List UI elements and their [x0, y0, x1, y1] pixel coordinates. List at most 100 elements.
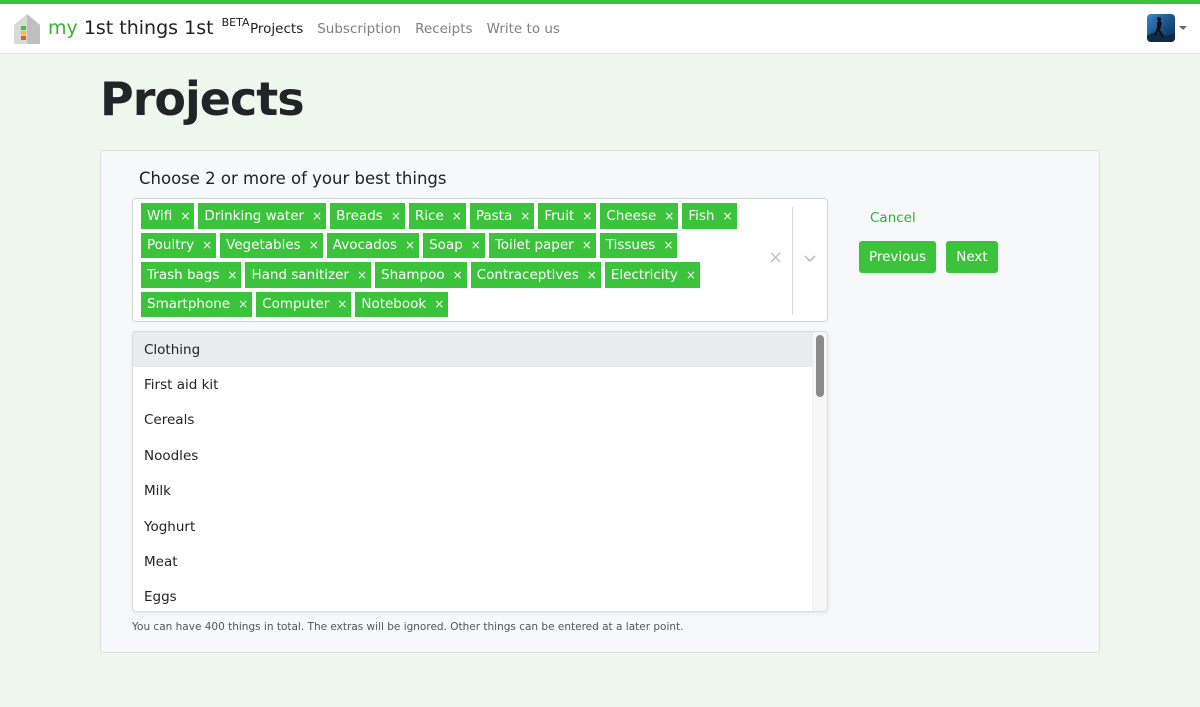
remove-tag-icon[interactable]: × — [357, 268, 367, 282]
scrollbar-thumb[interactable] — [816, 335, 824, 397]
selected-tags: Wifi × Drinking water × Breads × Rice × Pasta × Fr… — [141, 203, 761, 317]
remove-tag-icon[interactable]: × — [309, 238, 319, 252]
navbar: my 1st things 1st BETA Projects Subscript… — [0, 4, 1200, 54]
selected-tag: Electricity × — [604, 262, 700, 288]
nav-link-projects[interactable]: Projects — [250, 21, 303, 37]
remove-tag-icon[interactable]: × — [180, 209, 190, 223]
tag-label: Toilet paper — [494, 237, 574, 254]
clear-all-icon[interactable]: × — [768, 247, 783, 268]
page-title: Projects — [100, 72, 305, 126]
remove-tag-icon[interactable]: × — [452, 209, 462, 223]
selected-tag: Tissues × — [599, 232, 678, 258]
tag-label: Wifi — [147, 207, 173, 224]
selected-tag: Toilet paper × — [488, 232, 596, 258]
remove-tag-icon[interactable]: × — [337, 297, 347, 311]
beta-badge: BETA — [221, 16, 250, 29]
selected-tag: Trash bags × — [141, 262, 242, 288]
avatar[interactable] — [1147, 14, 1175, 42]
remove-tag-icon[interactable]: × — [582, 238, 592, 252]
options-dropdown[interactable]: Clothing First aid kit Cereals Noodles Milk Y… — [132, 331, 828, 612]
selected-tag: Shampoo × — [375, 262, 467, 288]
remove-tag-icon[interactable]: × — [238, 297, 248, 311]
nav-link-subscription[interactable]: Subscription — [317, 21, 401, 37]
nav-link-write-to-us[interactable]: Write to us — [487, 21, 560, 37]
option-item[interactable]: Clothing — [133, 332, 813, 368]
remove-tag-icon[interactable]: × — [686, 268, 696, 282]
tag-label: Fish — [688, 207, 715, 224]
tag-label: Vegetables — [226, 237, 301, 254]
chevron-down-icon[interactable] — [803, 251, 817, 265]
remove-tag-icon[interactable]: × — [391, 209, 401, 223]
selected-tag: Poultry × — [141, 232, 217, 258]
tag-label: Drinking water — [204, 207, 305, 224]
option-item[interactable]: Noodles — [133, 438, 813, 473]
brand-my: my — [48, 17, 78, 39]
remove-tag-icon[interactable]: × — [453, 268, 463, 282]
choose-label: Choose 2 or more of your best things — [139, 169, 447, 188]
help-text: You can have 400 things in total. The ex… — [132, 621, 684, 633]
selected-tag: Breads × — [330, 203, 405, 229]
remove-tag-icon[interactable]: × — [312, 209, 322, 223]
selected-tag: Contraceptives × — [470, 262, 601, 288]
selected-tag: Avocados × — [326, 232, 420, 258]
option-item[interactable]: Yoghurt — [133, 509, 813, 544]
remove-tag-icon[interactable]: × — [434, 297, 444, 311]
remove-tag-icon[interactable]: × — [582, 209, 592, 223]
tag-label: Tissues — [605, 237, 656, 254]
remove-tag-icon[interactable]: × — [663, 238, 673, 252]
remove-tag-icon[interactable]: × — [202, 238, 212, 252]
remove-tag-icon[interactable]: × — [722, 209, 732, 223]
tag-label: Notebook — [361, 296, 427, 313]
avatar-image-icon — [1147, 17, 1175, 42]
selected-tag: Cheese × — [600, 203, 679, 229]
tag-label: Computer — [262, 296, 330, 313]
selected-tag: Wifi × — [141, 203, 195, 229]
remove-tag-icon[interactable]: × — [664, 209, 674, 223]
cancel-link[interactable]: Cancel — [870, 210, 916, 226]
tag-label: Poultry — [147, 237, 195, 254]
tag-label: Avocados — [332, 237, 398, 254]
selected-tag: Computer × — [256, 291, 352, 317]
selected-tag: Soap × — [423, 232, 485, 258]
selected-tag: Fish × — [682, 203, 737, 229]
option-item[interactable]: Milk — [133, 474, 813, 509]
tag-label: Smartphone — [147, 296, 231, 313]
nav-links: Projects Subscription Receipts Write to us — [250, 21, 560, 37]
option-item[interactable]: Meat — [133, 544, 813, 579]
option-item[interactable]: First aid kit — [133, 367, 813, 402]
option-item[interactable]: Cereals — [133, 403, 813, 438]
remove-tag-icon[interactable]: × — [227, 268, 237, 282]
dropdown-scrollbar[interactable] — [812, 332, 827, 611]
nav-link-receipts[interactable]: Receipts — [415, 21, 472, 37]
remove-tag-icon[interactable]: × — [471, 238, 481, 252]
tag-label: Pasta — [475, 207, 513, 224]
selected-tag: Rice × — [408, 203, 466, 229]
option-item[interactable]: Eggs — [133, 580, 813, 611]
avatar-caret-icon[interactable] — [1179, 26, 1187, 30]
remove-tag-icon[interactable]: × — [520, 209, 530, 223]
selected-tag: Fruit × — [538, 203, 597, 229]
remove-tag-icon[interactable]: × — [405, 238, 415, 252]
selected-tag: Hand sanitizer × — [245, 262, 371, 288]
tag-label: Fruit — [544, 207, 575, 224]
project-card: Choose 2 or more of your best things Wif… — [100, 150, 1100, 653]
tag-label: Electricity — [610, 266, 678, 283]
selected-tag: Smartphone × — [141, 291, 253, 317]
remove-tag-icon[interactable]: × — [587, 268, 597, 282]
tag-label: Rice — [414, 207, 444, 224]
tag-label: Soap — [429, 237, 463, 254]
selected-tag: Notebook × — [355, 291, 449, 317]
things-multiselect[interactable]: Wifi × Drinking water × Breads × Rice × Pasta × Fr… — [132, 198, 828, 322]
next-button[interactable]: Next — [946, 241, 998, 273]
options-list: Clothing First aid kit Cereals Noodles Milk Y… — [133, 332, 827, 611]
tag-label: Hand sanitizer — [251, 266, 349, 283]
selected-tag: Drinking water × — [198, 203, 327, 229]
select-separator — [792, 207, 793, 315]
house-logo-icon[interactable] — [13, 13, 41, 45]
tag-label: Trash bags — [147, 266, 220, 283]
selected-tag: Pasta × — [469, 203, 535, 229]
tag-label: Contraceptives — [476, 266, 579, 283]
previous-button[interactable]: Previous — [859, 241, 936, 273]
brand-title[interactable]: my 1st things 1st BETA — [48, 16, 250, 39]
tag-label: Cheese — [606, 207, 657, 224]
